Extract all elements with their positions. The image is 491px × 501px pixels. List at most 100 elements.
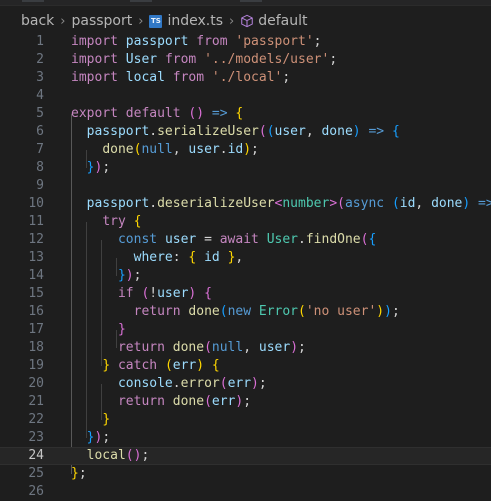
code-text: passport.deserializeUser<number>(async (… <box>71 195 491 213</box>
code-token: } <box>117 322 126 337</box>
code-token: findOne <box>305 232 361 247</box>
code-line[interactable]: 23 }); <box>0 429 491 447</box>
code-text: }); <box>71 267 141 285</box>
code-token: { <box>133 214 142 229</box>
code-line[interactable]: 14 }); <box>0 267 491 285</box>
code-token: done <box>188 304 220 319</box>
code-token: err <box>227 376 252 391</box>
code-text: } <box>71 321 126 339</box>
code-line[interactable]: 21 return done(err); <box>0 393 491 411</box>
code-line[interactable]: 2 import User from '../models/user'; <box>0 51 491 69</box>
code-text: try { <box>71 213 141 231</box>
code-line[interactable]: 9 <box>0 177 491 195</box>
code-line[interactable]: 20 console.error(err); <box>0 375 491 393</box>
code-line[interactable]: 8 }); <box>0 159 491 177</box>
code-token: user <box>274 124 306 139</box>
code-text: }); <box>71 159 110 177</box>
code-text: import passport from 'passport'; <box>71 33 322 51</box>
code-line[interactable]: 4 <box>0 87 491 105</box>
code-line[interactable]: 16 return done(new Error('no user')); <box>0 303 491 321</box>
code-token: id <box>204 250 220 265</box>
code-token: catch <box>117 358 158 373</box>
code-token: await <box>219 232 259 247</box>
code-line[interactable]: 12 const user = await User.findOne({ <box>0 231 491 249</box>
code-token: ) <box>384 304 392 319</box>
code-token: from <box>196 34 228 49</box>
code-token: User <box>125 52 158 67</box>
code-token: ; <box>282 70 291 85</box>
code-line[interactable]: 11 try { <box>0 213 491 231</box>
code-line[interactable]: 13 where: { id }, <box>0 249 491 267</box>
code-token: user <box>258 340 291 355</box>
code-line[interactable]: 22 } <box>0 411 491 429</box>
code-token: export <box>71 106 118 121</box>
code-token: ) <box>125 268 134 283</box>
code-token: id <box>399 196 416 211</box>
code-text: return done(null, user); <box>71 339 306 357</box>
code-token: ( <box>204 394 212 409</box>
code-token: err <box>172 358 197 373</box>
breadcrumb-item-folder-passport[interactable]: passport <box>71 13 132 29</box>
code-editor[interactable]: 1 import passport from 'passport'; 2 import… <box>0 33 491 499</box>
line-number: 17 <box>28 322 44 337</box>
code-line[interactable]: 17 } <box>0 321 491 339</box>
breadcrumb-item-symbol[interactable]: default <box>258 13 307 29</box>
line-number: 1 <box>36 34 44 49</box>
code-line[interactable]: 3 import local from './local'; <box>0 69 491 87</box>
code-line[interactable]: 10 passport.deserializeUser<number>(asyn… <box>0 195 491 213</box>
code-line[interactable]: 24 local(); <box>0 447 491 465</box>
code-token: ; <box>141 448 150 463</box>
code-token: done <box>172 394 205 409</box>
code-token: ! <box>149 286 158 301</box>
code-line[interactable]: 25}; <box>0 465 491 483</box>
code-line[interactable]: 15 if (!user) { <box>0 285 491 303</box>
code-token: user <box>188 142 220 157</box>
code-token: { <box>204 286 212 301</box>
line-number: 13 <box>28 250 44 265</box>
chevron-right-icon: › <box>60 13 66 29</box>
code-token: if <box>117 286 134 301</box>
code-token: 'passport' <box>235 34 314 49</box>
code-token: user <box>157 286 189 301</box>
code-token: './local' <box>211 70 283 85</box>
code-token: 'no user' <box>305 304 377 319</box>
breadcrumb-item-folder-back[interactable]: back <box>21 13 54 29</box>
code-token: from <box>164 52 197 67</box>
code-line[interactable]: 18 return done(null, user); <box>0 339 491 357</box>
code-line[interactable]: 5 export default () => { <box>0 105 491 123</box>
code-token: ( <box>204 340 212 355</box>
code-token: ; <box>298 340 306 355</box>
line-number: 23 <box>28 430 44 445</box>
line-number: 26 <box>28 484 44 499</box>
code-token: ( <box>258 124 267 139</box>
line-number: 11 <box>28 214 44 229</box>
code-line[interactable]: 19 } catch (err) { <box>0 357 491 375</box>
code-token: async <box>344 196 385 211</box>
code-token: '../models/user' <box>204 52 330 67</box>
code-line[interactable]: 1 import passport from 'passport'; <box>0 33 491 51</box>
code-line[interactable]: 26 <box>0 483 491 501</box>
code-token: => <box>368 124 385 139</box>
code-token: => <box>211 106 228 121</box>
breadcrumb-item-file[interactable]: index.ts <box>167 13 223 29</box>
code-token: deserializeUser <box>157 196 275 211</box>
code-line[interactable]: 6 passport.serializeUser((user, done) =>… <box>0 123 491 141</box>
code-token: . <box>149 196 158 211</box>
code-line[interactable]: 7 done(null, user.id); <box>0 141 491 159</box>
line-number: 14 <box>28 268 44 283</box>
code-token: import <box>71 70 118 85</box>
code-token: done <box>172 340 205 355</box>
code-text: if (!user) { <box>71 285 212 303</box>
code-token: const <box>117 232 158 247</box>
line-number: 9 <box>36 178 44 193</box>
